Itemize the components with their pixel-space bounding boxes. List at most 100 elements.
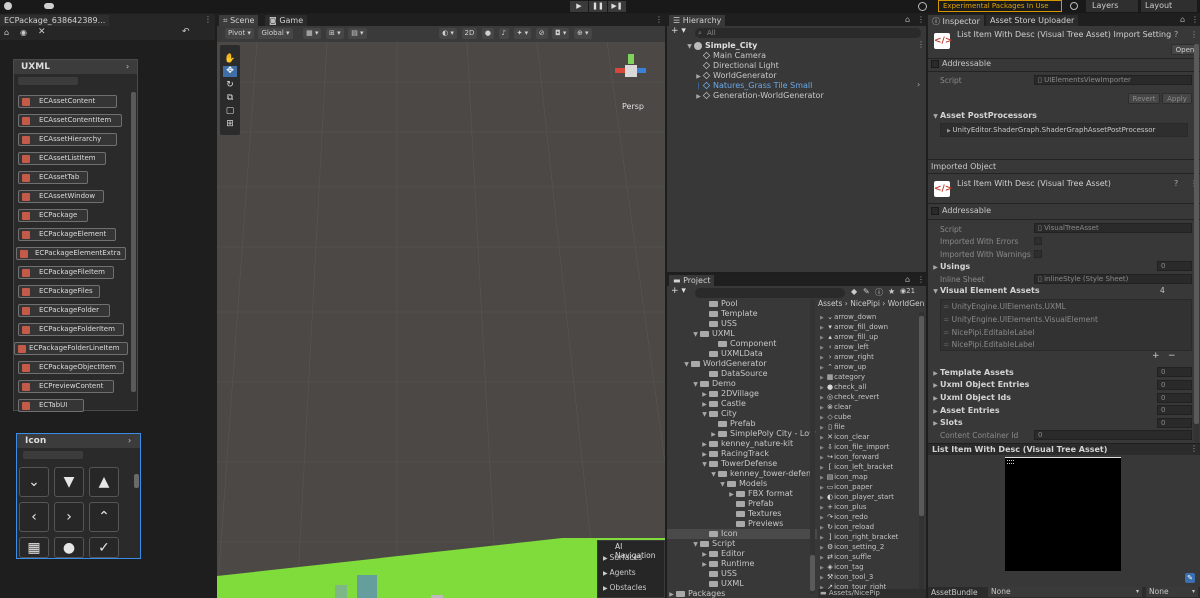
folder-item[interactable]: UXMLData (700, 349, 763, 358)
file-item[interactable]: ▶ ▤icon_map (820, 473, 868, 481)
list-item[interactable]: ECPackageFolderItem (18, 323, 124, 336)
pause-button[interactable]: ❚❚ (589, 1, 607, 12)
file-item[interactable]: ▶ ⇄icon_suffle (820, 553, 871, 561)
list-item[interactable]: ECPackageElementExtra (16, 247, 126, 260)
folder-item[interactable]: ▼ Demo (691, 379, 736, 388)
hierarchy-item[interactable]: ▶ Generation-WorldGenerator (694, 91, 824, 100)
file-item[interactable]: ▶ ⊗clear (820, 403, 851, 411)
cloud-icon[interactable] (44, 3, 54, 9)
apply-button[interactable]: Apply (1162, 93, 1192, 104)
file-item[interactable]: ▶ [icon_left_bracket (820, 463, 893, 471)
hidden-objects-icon[interactable]: ⊘ (535, 28, 548, 39)
file-item[interactable]: ▶ ⌃arrow_up (820, 363, 866, 371)
chevron-left-icon[interactable]: ‹ (19, 502, 49, 532)
file-item[interactable]: ▶ ●check_all (820, 383, 866, 391)
folder-item[interactable]: ▼ TowerDefense (700, 459, 777, 468)
more-icon[interactable]: ⋮ (917, 15, 925, 24)
file-item[interactable]: ▶ ↪icon_forward (820, 453, 879, 461)
folder-item[interactable]: Prefab (709, 419, 756, 428)
postprocessor-item[interactable]: ▶ UnityEditor.ShaderGraph.ShaderGraphAss… (940, 123, 1188, 137)
gizmos-icon[interactable]: ⊕ ▾ (573, 28, 592, 39)
tab-asset-store-uploader[interactable]: Asset Store Uploader (986, 15, 1079, 26)
list-item[interactable]: ECPackageFolderLineItem (14, 342, 128, 355)
transform-tool-icon[interactable]: ⊞ (223, 119, 237, 130)
folder-item[interactable]: Template (700, 309, 758, 318)
inspector-scrollbar[interactable] (1194, 44, 1199, 442)
section-foldout[interactable]: ▶ Uxml Object Entries (931, 380, 1029, 389)
more-icon[interactable]: ⋮ (917, 275, 925, 284)
play-button[interactable]: ▶ (570, 1, 588, 12)
mode-2d-button[interactable]: 2D (461, 28, 478, 39)
history-icon[interactable] (918, 2, 927, 11)
usings-foldout[interactable]: ▶ Usings (931, 262, 970, 271)
file-item[interactable]: ▶ ◇cube (820, 413, 851, 421)
folder-item[interactable]: ▶ SimplePoly City - Low (709, 429, 815, 438)
more-icon[interactable]: ⋮ (204, 15, 212, 24)
chevron-right-icon[interactable]: › (54, 502, 84, 532)
ai-nav-item[interactable]: ▶ Obstacles (603, 583, 646, 592)
add-item-button[interactable]: + (1152, 351, 1160, 361)
rotate-tool-icon[interactable]: ↻ (223, 80, 237, 91)
vea-item[interactable]: = UnityEngine.UIElements.VisualElement (943, 315, 1098, 324)
file-item[interactable]: ▶ ↷icon_redo (820, 513, 868, 521)
scene-viewport[interactable]: ✋ ✥ ↻ ⧉ ▢ ⊞ Persp AI Navigation ▶ Surfac… (217, 42, 665, 598)
lighting-icon[interactable]: ● (481, 28, 494, 39)
add-button[interactable]: + ▾ (671, 286, 686, 296)
shading-mode-button[interactable]: ◐ ▾ (439, 28, 457, 39)
file-item[interactable]: ▶ ▴ arrow_fill_up (820, 333, 878, 341)
tree-scrollbar[interactable] (810, 300, 815, 594)
list-item[interactable]: ECPackageElement (18, 228, 116, 241)
file-item[interactable]: ▶ ▭icon_paper (820, 483, 872, 491)
favorite-icon[interactable]: ★ (888, 287, 895, 296)
list-item[interactable]: ECPackageFileItem (18, 266, 114, 279)
hierarchy-item-prefab[interactable]: │ Natures_Grass Tile Small (694, 81, 813, 90)
file-item[interactable]: ▶ ] icon_right_bracket (820, 533, 898, 541)
snap-settings-button[interactable]: ▤ ▾ (348, 28, 367, 39)
help-icon[interactable]: ? (1174, 30, 1178, 39)
ai-nav-item[interactable]: ▶ Surfaces (603, 553, 642, 562)
list-item[interactable]: ECAssetListItem (18, 152, 106, 165)
section-foldout[interactable]: ▶ Slots (931, 418, 962, 427)
tab-inspector[interactable]: ⓘ Inspector (928, 15, 984, 26)
preview-toggle-icon[interactable]: ✎ (1185, 573, 1195, 583)
lock-icon[interactable]: ⌂ (905, 275, 910, 284)
file-item[interactable]: ▶ ▾ arrow_fill_down (820, 323, 888, 331)
triangle-down-icon[interactable]: ▼ (54, 467, 84, 497)
hierarchy-item[interactable]: ▶ WorldGenerator (694, 71, 776, 80)
folder-item[interactable]: ▶ Editor (700, 549, 745, 558)
more-icon[interactable]: ⋮ (1191, 15, 1199, 24)
orientation-gizmo[interactable] (607, 52, 655, 98)
file-item[interactable]: ▶ ▯ file (820, 423, 845, 431)
list-item[interactable]: ECPackageObjectItem (18, 361, 124, 374)
addressable-toggle[interactable]: Addressable (931, 206, 991, 215)
assetbundle-dropdown[interactable]: None ▾ (988, 587, 1142, 597)
hand-tool-icon[interactable]: ✋ (223, 54, 237, 65)
folder-item[interactable]: ▶ Castle (700, 399, 746, 408)
layers-dropdown[interactable]: Layers (1086, 0, 1138, 12)
layout-dropdown[interactable]: Layout (1141, 0, 1197, 12)
check-circle-filled-icon[interactable]: ● (54, 537, 84, 558)
inspector-scroll-thumb[interactable] (1194, 44, 1199, 424)
tab-hierarchy[interactable]: ☰ Hierarchy (669, 15, 726, 26)
section-foldout[interactable]: ▶ Asset Entries (931, 406, 999, 415)
files-scrollbar[interactable] (919, 312, 924, 592)
file-item[interactable]: ▶ ✕icon_clear (820, 433, 869, 441)
add-button[interactable]: + ▾ (671, 26, 686, 36)
visibility-count[interactable]: ◉21 (900, 287, 915, 295)
revert-button[interactable]: Revert (1128, 93, 1160, 104)
undo-icon[interactable]: ↶ (182, 27, 190, 37)
folder-item[interactable]: Textures (736, 509, 781, 518)
info-icon[interactable]: ⓘ (875, 287, 883, 298)
file-item[interactable]: ▶ ⚒icon_tool_3 (820, 573, 873, 581)
list-item[interactable]: ECPreviewContent (18, 380, 114, 393)
help-icon[interactable]: ? (1174, 179, 1178, 188)
lock-icon[interactable]: ⌂ (1180, 15, 1185, 24)
experimental-packages-button[interactable]: Experimental Packages In Use (938, 0, 1062, 12)
pivot-dropdown[interactable]: Pivot ▾ (225, 28, 254, 39)
icon-scrollbar[interactable] (134, 470, 139, 558)
filter-type-icon[interactable]: ◆ (851, 287, 857, 296)
vea-item[interactable]: = UnityEngine.UIElements.UXML (943, 302, 1066, 311)
folder-item[interactable]: Pool (709, 299, 738, 308)
list-item[interactable]: ECTabUI (18, 399, 84, 412)
tree-scroll-thumb[interactable] (810, 555, 815, 591)
